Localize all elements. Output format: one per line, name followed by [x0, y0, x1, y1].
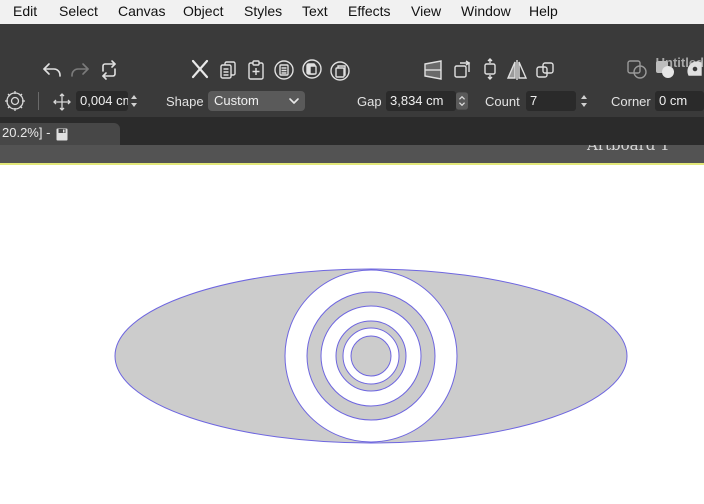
menu-object[interactable]: Object — [183, 3, 223, 20]
corner-field[interactable]: 0 cm — [655, 91, 704, 111]
replicate-icon[interactable] — [328, 59, 352, 83]
shape-intersect-icon[interactable] — [681, 57, 704, 81]
shape-select[interactable]: Custom — [208, 91, 305, 111]
position-icon — [50, 90, 74, 114]
menu-effects[interactable]: Effects — [348, 3, 391, 20]
flip-icon[interactable] — [505, 58, 529, 82]
position-field[interactable]: 0,004 cm — [76, 91, 128, 111]
count-field[interactable]: 7 — [526, 91, 576, 111]
menu-select[interactable]: Select — [59, 3, 98, 20]
cut-icon[interactable] — [188, 57, 212, 81]
rotate-icon[interactable] — [478, 57, 502, 81]
artboard-label: Artboard 1 — [587, 145, 670, 154]
corner-label: Corner — [611, 94, 651, 109]
menu-help[interactable]: Help — [529, 3, 558, 20]
count-label: Count — [485, 94, 520, 109]
redo-icon[interactable] — [68, 58, 92, 82]
gap-stepper[interactable] — [456, 91, 470, 111]
menu-bar: Edit Select Canvas Object Styles Text Ef… — [0, 0, 704, 25]
shape-combine-icon[interactable] — [625, 57, 649, 81]
undo-icon[interactable] — [40, 58, 64, 82]
save-icon — [56, 127, 68, 141]
concentric-ring-6[interactable] — [350, 335, 392, 377]
gap-field[interactable]: 3,834 cm — [386, 91, 456, 111]
shape-subtract-icon[interactable] — [653, 57, 677, 81]
perspective-icon[interactable] — [421, 58, 445, 82]
menu-view[interactable]: View — [411, 3, 441, 20]
position-stepper[interactable] — [128, 91, 140, 111]
pasteboard: Artboard 1 — [0, 145, 704, 163]
menu-styles[interactable]: Styles — [244, 3, 282, 20]
document-tab-bar: 20.2%] - — [0, 117, 704, 145]
refresh-icon[interactable] — [97, 58, 121, 82]
menu-text[interactable]: Text — [302, 3, 328, 20]
menu-edit[interactable]: Edit — [13, 3, 37, 20]
paste-icon[interactable] — [244, 58, 268, 82]
transform-icon[interactable] — [450, 58, 474, 82]
gap-label: Gap — [357, 94, 382, 109]
count-stepper[interactable] — [578, 91, 590, 111]
shape-label: Shape — [166, 94, 204, 109]
artwork-svg — [114, 268, 628, 444]
toolbar: Untitled 0,004 c Shape Custom Gap 3,834 … — [0, 24, 704, 117]
artboard[interactable] — [0, 165, 704, 499]
shape-select-value: Custom — [214, 93, 259, 108]
chevron-down-icon — [287, 91, 301, 111]
toolbar-divider — [38, 92, 39, 110]
clone-icon[interactable] — [300, 57, 324, 81]
menu-canvas[interactable]: Canvas — [118, 3, 165, 20]
boolean-icon[interactable] — [533, 58, 557, 82]
document-tab[interactable]: 20.2%] - — [0, 123, 120, 145]
document-tab-label: 20.2%] - — [2, 125, 55, 140]
menu-window[interactable]: Window — [461, 3, 511, 20]
settings-icon[interactable] — [3, 89, 27, 113]
duplicate-icon[interactable] — [272, 58, 296, 82]
copy-icon[interactable] — [216, 58, 240, 82]
